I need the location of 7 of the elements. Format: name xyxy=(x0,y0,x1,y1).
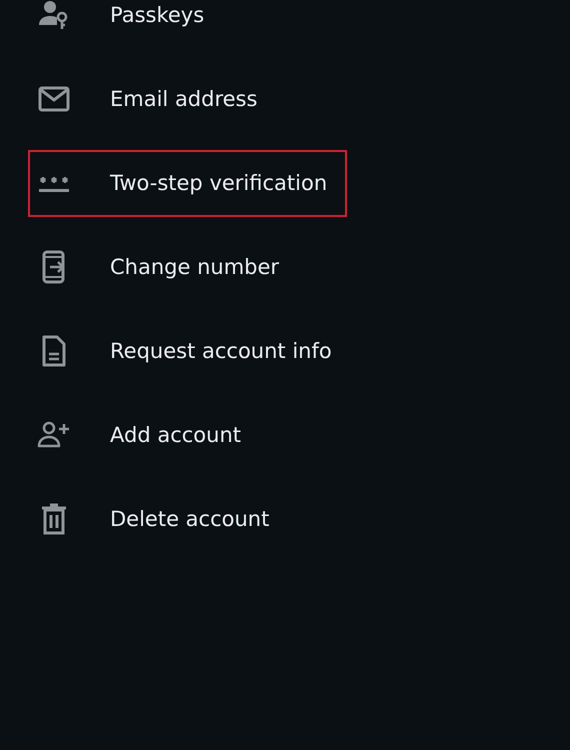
settings-item[interactable]: Change number xyxy=(110,255,280,279)
settings-item[interactable]: Request account info xyxy=(110,339,332,363)
settings-item[interactable]: Passkeys xyxy=(110,3,204,27)
settings-item[interactable]: Add account xyxy=(110,423,241,447)
settings-item[interactable]: Two-step verification xyxy=(110,171,328,195)
settings-item[interactable]: Email address xyxy=(110,87,258,111)
settings-item[interactable]: Delete account xyxy=(110,507,270,531)
